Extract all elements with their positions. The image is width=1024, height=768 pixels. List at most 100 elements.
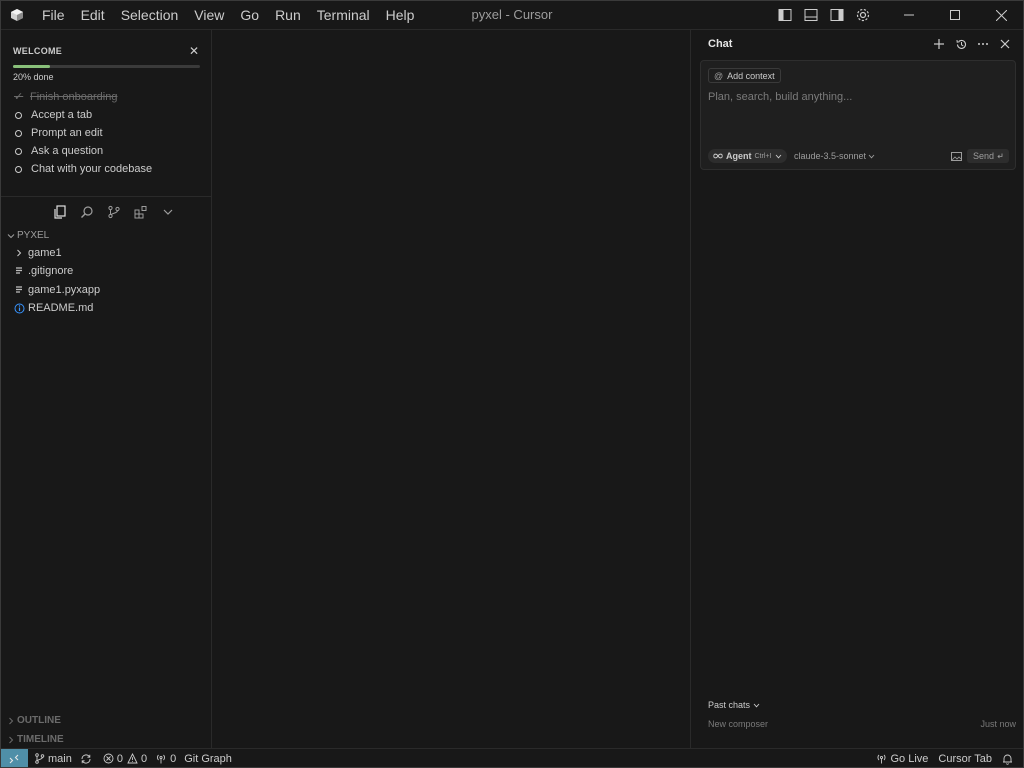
past-chat-timestamp: Just now xyxy=(980,719,1016,729)
menu-selection[interactable]: Selection xyxy=(113,0,187,30)
model-label: claude-3.5-sonnet xyxy=(794,151,867,161)
ports-indicator[interactable]: 0 xyxy=(155,753,176,765)
warning-icon xyxy=(127,753,138,764)
tree-item-folder[interactable]: game1 xyxy=(14,244,62,262)
more-icon[interactable] xyxy=(972,34,994,54)
task-label: Ask a question xyxy=(31,145,104,157)
tree-item-file[interactable]: game1.pyxapp xyxy=(14,281,100,299)
status-bar: main 0 0 0 Git Graph Go Live Cursor Tab xyxy=(0,748,1024,768)
model-selector[interactable]: claude-3.5-sonnet xyxy=(794,151,875,161)
image-upload-icon[interactable] xyxy=(949,150,963,162)
outline-label: OUTLINE xyxy=(17,715,61,726)
send-button[interactable]: Send xyxy=(967,149,1009,163)
chevron-down-icon[interactable] xyxy=(154,200,181,224)
broadcast-icon xyxy=(877,754,886,764)
task-prompt-edit[interactable]: Prompt an edit xyxy=(14,127,103,139)
chevron-right-icon xyxy=(9,736,14,743)
task-label: Chat with your codebase xyxy=(31,163,153,175)
circle-icon xyxy=(15,165,22,173)
menu-run[interactable]: Run xyxy=(267,0,309,30)
maximize-icon[interactable] xyxy=(932,0,978,30)
menu-edit[interactable]: Edit xyxy=(73,0,113,30)
circle-icon xyxy=(15,111,22,119)
problems-indicator[interactable]: 0 0 xyxy=(103,753,147,765)
cursor-tab-button[interactable]: Cursor Tab xyxy=(938,753,992,765)
source-control-icon[interactable] xyxy=(100,200,127,224)
outline-header[interactable]: OUTLINE xyxy=(6,715,61,726)
toggle-primary-sidebar-icon[interactable] xyxy=(772,0,798,30)
chat-input[interactable] xyxy=(708,91,1008,103)
chevron-down-icon xyxy=(868,154,875,158)
close-icon[interactable] xyxy=(994,34,1016,54)
welcome-title: WELCOME xyxy=(13,46,63,56)
history-icon[interactable] xyxy=(950,34,972,54)
task-label: Accept a tab xyxy=(31,109,93,121)
add-context-button[interactable]: @ Add context xyxy=(708,68,781,83)
info-icon xyxy=(14,303,28,314)
broadcast-icon xyxy=(157,754,166,764)
chat-actions xyxy=(928,34,1016,54)
warning-count: 0 xyxy=(140,752,148,765)
chevron-right-icon xyxy=(14,248,28,258)
explorer-icon[interactable] xyxy=(46,200,73,224)
error-count: 0 xyxy=(116,752,123,765)
explorer-root-header[interactable]: PYXEL xyxy=(6,230,49,241)
go-live-label: Go Live xyxy=(890,752,929,765)
file-lines-icon xyxy=(14,266,28,276)
explorer-root-label: PYXEL xyxy=(17,230,50,241)
extensions-icon[interactable] xyxy=(127,200,154,224)
timeline-header[interactable]: TIMELINE xyxy=(6,734,64,745)
tree-item-file[interactable]: .gitignore xyxy=(14,262,73,280)
agent-mode-selector[interactable]: Agent Ctrl+I xyxy=(708,149,788,163)
past-chat-item[interactable]: New composer xyxy=(708,719,768,729)
chat-tab[interactable]: Chat xyxy=(708,38,732,50)
task-ask-question[interactable]: Ask a question xyxy=(14,145,103,157)
task-label: Prompt an edit xyxy=(31,127,103,139)
timeline-label: TIMELINE xyxy=(17,734,64,745)
menu-help[interactable]: Help xyxy=(378,0,423,30)
go-live-button[interactable]: Go Live xyxy=(876,753,928,765)
circle-icon xyxy=(15,129,22,137)
editor-area[interactable] xyxy=(212,30,690,748)
agent-shortcut: Ctrl+I xyxy=(754,152,772,160)
branch-indicator[interactable]: main xyxy=(34,753,72,765)
circle-icon xyxy=(15,147,22,155)
task-accept-tab[interactable]: Accept a tab xyxy=(14,109,92,121)
chevron-down-icon xyxy=(7,233,15,238)
tree-item-file[interactable]: README.md xyxy=(14,299,93,317)
onboarding-progress-bar xyxy=(13,65,200,68)
send-label: Send xyxy=(972,151,995,161)
toggle-panel-icon[interactable] xyxy=(798,0,824,30)
tree-item-label: README.md xyxy=(28,302,94,314)
settings-gear-icon[interactable] xyxy=(850,0,876,30)
menu-view[interactable]: View xyxy=(186,0,232,30)
menu-terminal[interactable]: Terminal xyxy=(309,0,378,30)
menu-go[interactable]: Go xyxy=(232,0,267,30)
task-chat-codebase[interactable]: Chat with your codebase xyxy=(14,163,152,175)
task-finish-onboarding[interactable]: ✓ Finish onboarding xyxy=(14,90,117,104)
tree-item-label: game1 xyxy=(28,247,62,259)
chevron-down-icon xyxy=(753,703,760,707)
minimize-icon[interactable] xyxy=(886,0,932,30)
add-context-label: Add context xyxy=(727,70,775,81)
close-window-icon[interactable] xyxy=(978,0,1024,30)
activity-bar xyxy=(0,196,211,226)
toggle-secondary-sidebar-icon[interactable] xyxy=(824,0,850,30)
progress-fill xyxy=(13,65,51,68)
past-chats-toggle[interactable]: Past chats xyxy=(708,700,760,710)
title-controls xyxy=(772,0,1024,30)
title-bar: File Edit Selection View Go Run Terminal… xyxy=(0,0,1024,30)
notifications-bell-icon[interactable] xyxy=(1002,753,1016,765)
new-chat-plus-icon[interactable] xyxy=(928,34,950,54)
sync-icon[interactable] xyxy=(80,753,95,765)
menu-file[interactable]: File xyxy=(34,0,73,30)
agent-label: Agent xyxy=(726,151,752,161)
git-graph-button[interactable]: Git Graph xyxy=(184,753,232,765)
git-branch-icon xyxy=(35,753,45,764)
remote-indicator-icon[interactable] xyxy=(0,749,28,768)
search-icon[interactable] xyxy=(73,200,100,224)
chevron-right-icon xyxy=(9,717,14,724)
primary-sidebar: WELCOME ✕ 20% done ✓ Finish onboarding A… xyxy=(0,30,212,748)
status-bar-right: Go Live Cursor Tab xyxy=(876,749,1024,768)
close-icon[interactable]: ✕ xyxy=(189,44,199,58)
